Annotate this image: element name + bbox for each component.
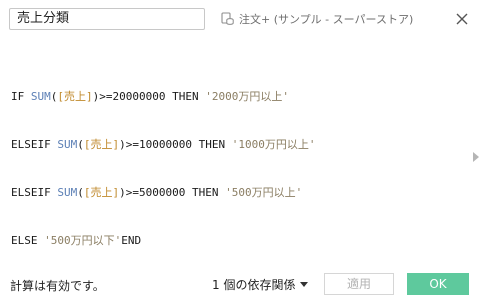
formula-keyword: ELSE	[11, 234, 45, 247]
formula-keyword: IF	[11, 90, 31, 103]
chevron-right-icon	[473, 152, 479, 162]
formula-line-1: IF SUM([売上])>=20000000 THEN '2000万円以上'	[11, 89, 461, 105]
formula-field: [売上]	[83, 138, 120, 151]
calculation-dialog: 売上分類 注文+ (サンプル - スーパーストア) IF SUM([売上])>=…	[0, 0, 482, 304]
formula-string: '500万円以下'	[44, 234, 122, 247]
apply-button[interactable]: 適用	[324, 273, 394, 295]
dependencies-label: 1 個の依存関係	[212, 278, 296, 292]
formula-operator: )>=5000000 THEN	[119, 186, 226, 199]
formula-field: [売上]	[57, 90, 93, 103]
datasource-label: 注文+ (サンプル - スーパーストア)	[221, 9, 413, 29]
formula-paren: (	[77, 138, 84, 151]
datasource-name: 注文+ (サンプル - スーパーストア)	[239, 13, 414, 26]
formula-line-2: ELSEIF SUM([売上])>=10000000 THEN '1000万円以…	[11, 137, 461, 153]
close-icon	[456, 13, 468, 25]
expand-panel-button[interactable]	[473, 147, 479, 162]
validation-status: 計算は有効です。	[10, 279, 105, 293]
formula-function: SUM	[30, 90, 51, 103]
close-button[interactable]	[454, 11, 470, 27]
formula-keyword: ELSEIF	[11, 138, 58, 151]
formula-line-4: ELSE '500万円以下'END	[11, 233, 461, 249]
formula-string: '500万円以上'	[225, 186, 303, 199]
formula-field: [売上]	[83, 186, 120, 199]
datasource-icon	[221, 12, 234, 25]
formula-editor[interactable]: IF SUM([売上])>=20000000 THEN '2000万円以上' E…	[11, 57, 461, 247]
formula-string: '2000万円以上'	[205, 90, 289, 103]
formula-function: SUM	[57, 138, 78, 151]
dependencies-dropdown[interactable]: 1 個の依存関係	[212, 276, 309, 293]
formula-operator: )>=10000000 THEN	[119, 138, 232, 151]
formula-keyword: END	[121, 234, 142, 247]
formula-paren: (	[77, 186, 84, 199]
formula-keyword: ELSEIF	[11, 186, 58, 199]
formula-string: '1000万円以上'	[231, 138, 316, 151]
formula-line-3: ELSEIF SUM([売上])>=5000000 THEN '500万円以上'	[11, 185, 461, 201]
ok-button[interactable]: OK	[407, 273, 469, 295]
caret-down-icon	[300, 281, 309, 287]
formula-function: SUM	[57, 186, 78, 199]
formula-operator: )>=20000000 THEN	[92, 90, 206, 103]
calculation-name-input[interactable]: 売上分類	[9, 8, 205, 30]
